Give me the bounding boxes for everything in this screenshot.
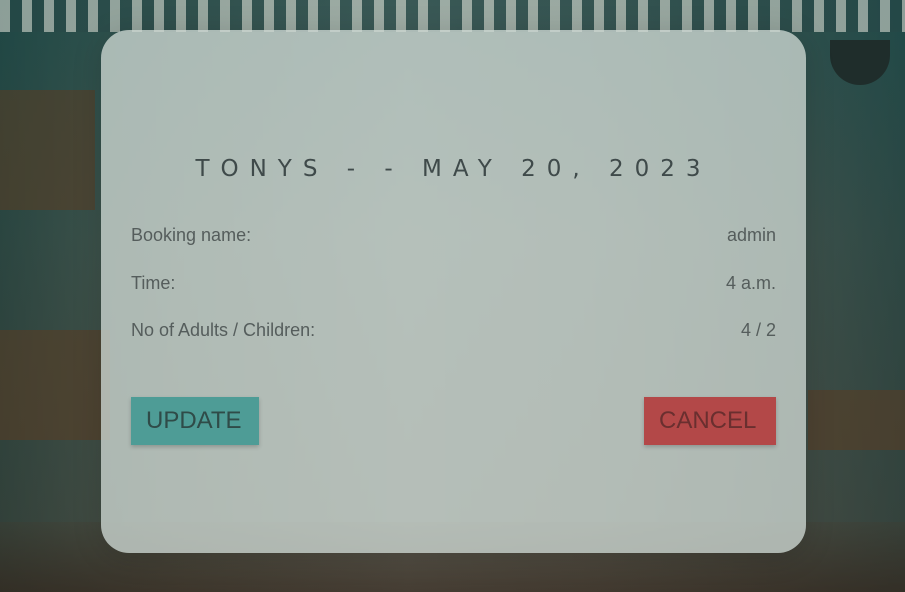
- booking-name-row: Booking name: admin: [131, 223, 776, 247]
- cancel-button[interactable]: CANCEL: [644, 397, 776, 445]
- shelf-decoration: [0, 90, 95, 210]
- booking-title: TONYS - - MAY 20, 2023: [195, 156, 712, 182]
- time-row: Time: 4 a.m.: [131, 271, 776, 295]
- time-label: Time:: [131, 272, 176, 293]
- booking-name-value: admin: [726, 224, 776, 245]
- bunting-decoration: [0, 0, 905, 32]
- booking-name-label: Booking name:: [131, 224, 252, 245]
- table-decoration: [808, 390, 905, 450]
- booking-details-card: TONYS - - MAY 20, 2023 Booking name: adm…: [101, 30, 806, 553]
- party-size-label: No of Adults / Children:: [131, 319, 316, 340]
- party-size-value: 4 / 2: [740, 319, 776, 340]
- party-size-row: No of Adults / Children: 4 / 2: [131, 318, 776, 342]
- counter-decoration: [0, 330, 110, 440]
- time-value: 4 a.m.: [725, 272, 776, 293]
- lamp-decoration: [830, 40, 890, 85]
- update-button[interactable]: UPDATE: [131, 397, 259, 445]
